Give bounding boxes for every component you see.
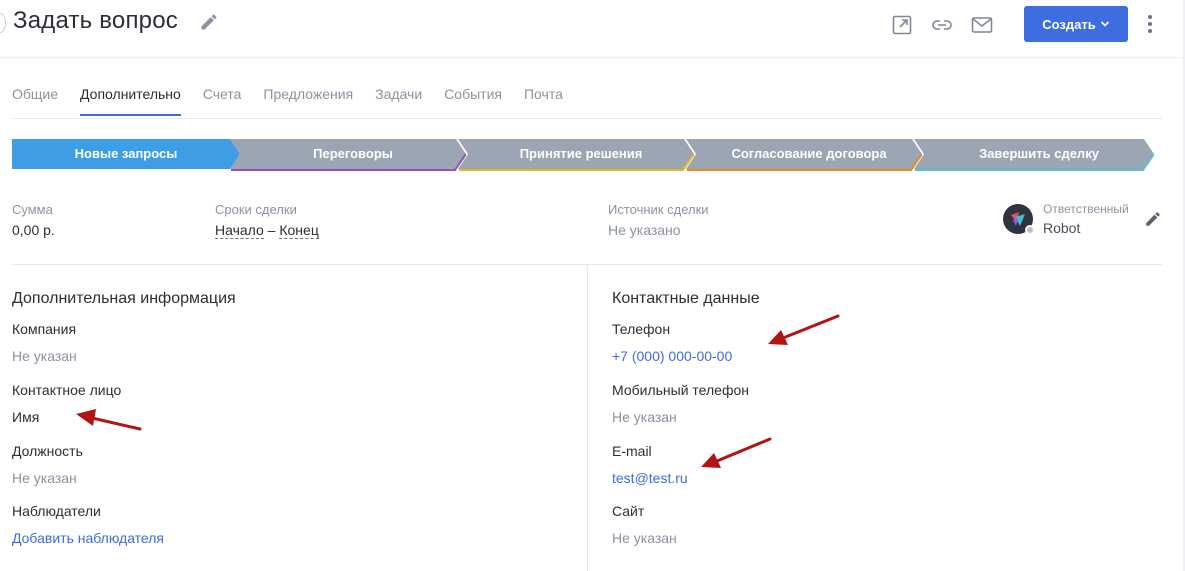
tab-additional[interactable]: Дополнительно — [80, 86, 181, 116]
source-field: Источник сделки Не указано — [608, 202, 709, 238]
page-header: Задать вопрос Создать — [0, 0, 1185, 58]
site-value[interactable]: Не указан — [612, 530, 677, 546]
status-dot — [1025, 225, 1035, 235]
stage-decision[interactable]: Принятие решения — [458, 139, 694, 171]
create-button[interactable]: Создать — [1024, 6, 1128, 42]
stage-new-requests[interactable]: Новые запросы — [12, 139, 240, 171]
deal-summary: Сумма 0,00 р. Сроки сделки Начало – Коне… — [12, 202, 1162, 264]
chevron-down-icon — [1100, 21, 1109, 27]
terms-start[interactable]: Начало — [215, 222, 264, 239]
tab-bar: Общие Дополнительно Счета Предложения За… — [12, 86, 563, 116]
contacts-section: Контактные данные Телефон +7 (000) 000-0… — [612, 290, 1162, 560]
position-label: Должность — [12, 443, 83, 459]
open-external-icon[interactable] — [890, 13, 914, 37]
stage-contract-approval[interactable]: Согласование договора — [686, 139, 922, 171]
tabs-divider — [12, 118, 1162, 119]
create-button-label: Создать — [1042, 16, 1096, 32]
source-value[interactable]: Не указано — [608, 222, 709, 238]
observers-label: Наблюдатели — [12, 503, 101, 519]
tab-mail[interactable]: Почта — [524, 86, 563, 116]
terms-field: Сроки сделки Начало – Конец — [215, 202, 319, 239]
stage-label: Новые запросы — [74, 146, 178, 161]
stage-label: Переговоры — [313, 146, 393, 161]
column-divider — [587, 265, 588, 571]
contact-label: Контактное лицо — [12, 382, 122, 398]
email-label: E-mail — [612, 443, 652, 459]
page-title: Задать вопрос — [13, 7, 178, 34]
avatar[interactable] — [1003, 204, 1035, 235]
more-vertical-icon[interactable] — [1140, 12, 1160, 36]
tab-general[interactable]: Общие — [12, 86, 58, 116]
responsible-field: Ответственный Robot — [1043, 202, 1129, 236]
company-label: Компания — [12, 321, 77, 337]
sum-value: 0,00 р. — [12, 222, 55, 238]
mail-icon[interactable] — [970, 13, 994, 37]
stage-label: Завершить сделку — [979, 146, 1099, 161]
company-value[interactable]: Не указан — [12, 348, 77, 364]
additional-info-section: Дополнительная информация Компания Не ук… — [12, 290, 572, 560]
position-value[interactable]: Не указан — [12, 470, 77, 486]
sum-label: Сумма — [12, 202, 53, 217]
terms-separator: – — [267, 222, 276, 238]
tab-offers[interactable]: Предложения — [263, 86, 353, 116]
mobile-value[interactable]: Не указан — [612, 409, 677, 425]
pipeline-stages: Новые запросы Переговоры Принятие решени… — [12, 139, 1162, 171]
section-title: Дополнительная информация — [12, 290, 236, 307]
phone-label: Телефон — [612, 321, 671, 337]
tab-events[interactable]: События — [444, 86, 502, 116]
source-label: Источник сделки — [608, 202, 709, 217]
edit-icon[interactable] — [1144, 210, 1162, 228]
stage-label: Согласование договора — [731, 146, 887, 161]
site-label: Сайт — [612, 503, 645, 519]
responsible-value[interactable]: Robot — [1043, 220, 1129, 236]
sum-field: Сумма 0,00 р. — [12, 202, 55, 238]
terms-end[interactable]: Конец — [279, 222, 319, 239]
email-value[interactable]: test@test.ru — [612, 470, 688, 486]
terms-label: Сроки сделки — [215, 202, 297, 217]
mobile-label: Мобильный телефон — [612, 382, 749, 398]
stage-close-deal[interactable]: Завершить сделку — [914, 139, 1154, 171]
tab-tasks[interactable]: Задачи — [375, 86, 422, 116]
phone-value[interactable]: +7 (000) 000-00-00 — [612, 348, 732, 364]
edit-icon[interactable] — [199, 12, 219, 32]
responsible-label: Ответственный — [1043, 202, 1129, 216]
link-icon[interactable] — [930, 13, 954, 37]
tab-invoices[interactable]: Счета — [203, 86, 242, 116]
contact-value[interactable]: Имя — [12, 409, 39, 425]
add-observer-link[interactable]: Добавить наблюдателя — [12, 530, 164, 546]
stage-label: Принятие решения — [519, 146, 643, 161]
section-title: Контактные данные — [612, 290, 760, 307]
stage-negotiations[interactable]: Переговоры — [230, 139, 466, 171]
